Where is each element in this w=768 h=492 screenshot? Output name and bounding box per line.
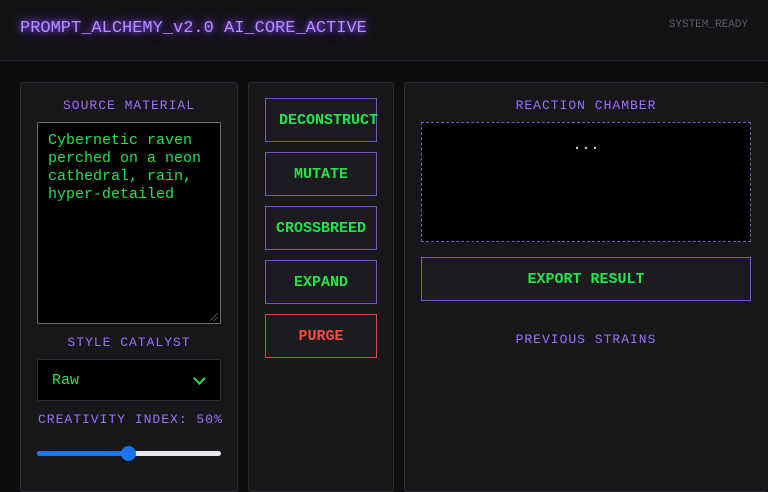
style-catalyst-select[interactable]: Raw — [37, 359, 221, 401]
source-material-input[interactable]: Cybernetic raven perched on a neon cathe… — [37, 122, 221, 324]
reaction-panel: REACTION CHAMBER ... EXPORT RESULT PREVI… — [404, 82, 768, 492]
style-catalyst-label: STYLE CATALYST — [67, 335, 191, 350]
reaction-output: ... — [421, 122, 751, 242]
style-catalyst-value: Raw — [52, 371, 80, 389]
previous-strains-label: PREVIOUS STRAINS — [515, 332, 657, 347]
resize-grip-icon[interactable] — [210, 313, 218, 321]
actions-panel: DECONSTRUCT MUTATE CROSSBREED EXPAND PUR… — [248, 82, 394, 492]
creativity-slider[interactable] — [37, 445, 221, 461]
source-material-label: SOURCE MATERIAL — [62, 98, 196, 113]
reaction-chamber-label: REACTION CHAMBER — [515, 98, 657, 113]
source-material-text: Cybernetic raven perched on a neon cathe… — [48, 132, 202, 203]
purge-button[interactable]: PURGE — [265, 314, 377, 358]
expand-button[interactable]: EXPAND — [265, 260, 377, 304]
deconstruct-button[interactable]: DECONSTRUCT — [265, 98, 378, 142]
system-status: SYSTEM_READY — [668, 19, 748, 31]
chevron-down-icon — [193, 371, 206, 385]
mutate-button[interactable]: MUTATE — [265, 152, 377, 196]
slider-thumb[interactable] — [121, 446, 136, 461]
creativity-index-label: CREATIVITY INDEX: 50% — [38, 412, 223, 427]
export-result-button[interactable]: EXPORT RESULT — [421, 257, 751, 301]
source-panel: SOURCE MATERIAL Cybernetic raven perched… — [20, 82, 238, 492]
top-bar: PROMPT_ALCHEMY_v2.0 AI_CORE_ACTIVE SYSTE… — [0, 0, 768, 61]
slider-fill — [37, 451, 129, 456]
crossbreed-button[interactable]: CROSSBREED — [265, 206, 377, 250]
app-title: PROMPT_ALCHEMY_v2.0 AI_CORE_ACTIVE — [20, 19, 367, 38]
